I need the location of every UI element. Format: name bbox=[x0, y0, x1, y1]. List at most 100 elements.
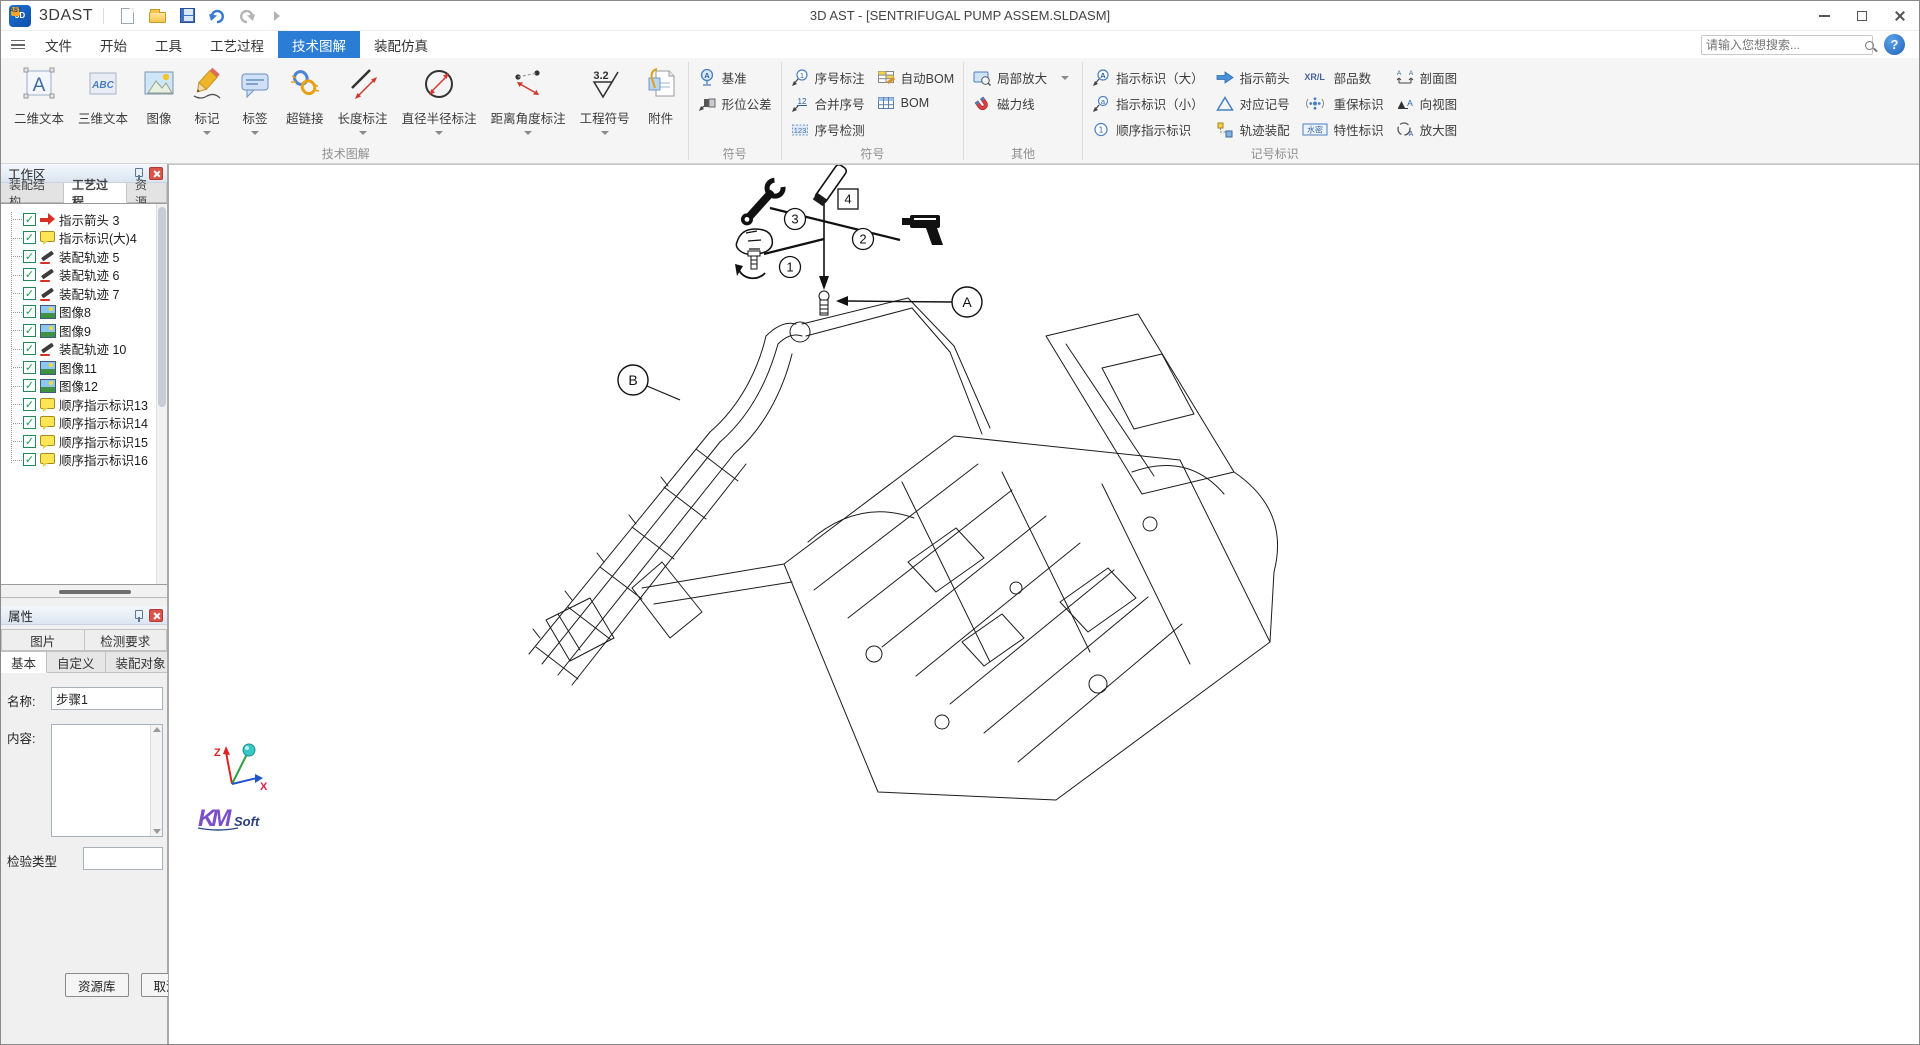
close-button[interactable] bbox=[1881, 1, 1919, 31]
tree-item-checkbox[interactable] bbox=[23, 231, 36, 244]
balloon-A[interactable]: A bbox=[952, 287, 982, 317]
tree-item[interactable]: 装配轨迹 6 bbox=[3, 266, 167, 285]
tree-item[interactable]: 顺序指示标识16 bbox=[3, 451, 167, 470]
tree-item-checkbox[interactable] bbox=[23, 435, 36, 448]
balloon-4[interactable]: 4 bbox=[838, 189, 858, 209]
open-file-button[interactable] bbox=[144, 4, 170, 28]
engineering-symbol-button[interactable]: 3.2 工程符号 bbox=[573, 60, 637, 135]
search-input[interactable] bbox=[1702, 38, 1865, 52]
help-button[interactable]: ? bbox=[1884, 34, 1905, 55]
scrollbar-thumb[interactable] bbox=[158, 207, 166, 407]
sequence-indicator-button[interactable]: 1 顺序指示标识 bbox=[1086, 116, 1210, 142]
tree-item-checkbox[interactable] bbox=[23, 305, 36, 318]
tree-item-checkbox[interactable] bbox=[23, 250, 36, 263]
balloon-B[interactable]: B bbox=[618, 365, 648, 395]
pin-icon[interactable] bbox=[133, 609, 144, 622]
auto-bom-button[interactable]: 自动BOM bbox=[871, 64, 960, 90]
tree-item[interactable]: 装配轨迹 10 bbox=[3, 340, 167, 359]
merge-balloon-button[interactable]: 12 合并序号 bbox=[785, 90, 871, 116]
save-button[interactable] bbox=[174, 4, 200, 28]
correspondence-mark-button[interactable]: 对应记号 bbox=[1210, 90, 1296, 116]
dropdown-caret[interactable] bbox=[251, 131, 259, 135]
text3d-button[interactable]: ABC 三维文本 bbox=[71, 60, 135, 127]
dropdown-caret[interactable] bbox=[359, 131, 367, 135]
attachment-button[interactable]: 附件 bbox=[637, 60, 685, 127]
minimize-button[interactable] bbox=[1805, 1, 1843, 31]
tree-vertical-scrollbar[interactable] bbox=[156, 204, 167, 584]
menu-tab[interactable]: 装配仿真 bbox=[360, 31, 442, 58]
tree-item[interactable]: 图像11 bbox=[3, 358, 167, 377]
balloon-2[interactable]: 2 bbox=[853, 229, 874, 250]
mark-button[interactable]: 标记 bbox=[183, 60, 231, 135]
workspace-tab[interactable]: 装配结构 bbox=[1, 183, 64, 202]
menu-tab[interactable]: 技术图解 bbox=[278, 31, 360, 58]
datum-button[interactable]: A 基准 bbox=[692, 64, 778, 90]
indicator-mark-small-button[interactable]: a 指示标识（小） bbox=[1086, 90, 1210, 116]
properties-close-button[interactable] bbox=[149, 609, 163, 622]
pin-icon[interactable] bbox=[133, 167, 144, 180]
scrollbar-thumb[interactable] bbox=[59, 590, 131, 594]
balloon-1[interactable]: 1 bbox=[780, 257, 801, 278]
enlarged-view-button[interactable]: A 放大图 bbox=[1390, 116, 1464, 142]
tree-horizontal-scrollbar[interactable] bbox=[1, 585, 167, 598]
tree-item-checkbox[interactable] bbox=[23, 268, 36, 281]
dropdown-caret[interactable] bbox=[601, 131, 609, 135]
viewport-canvas[interactable]: 3 4 2 1 A B bbox=[168, 164, 1919, 1044]
tree-item[interactable]: 指示标识(大)4 bbox=[3, 229, 167, 248]
dropdown-caret[interactable] bbox=[1061, 76, 1069, 80]
scroll-down-icon[interactable] bbox=[153, 829, 161, 834]
tree-item-checkbox[interactable] bbox=[23, 379, 36, 392]
maximize-button[interactable] bbox=[1843, 1, 1881, 31]
quickbar-more-button[interactable] bbox=[264, 4, 290, 28]
undo-button[interactable] bbox=[204, 4, 230, 28]
balloon-3[interactable]: 3 bbox=[785, 209, 806, 230]
workspace-tab[interactable]: 工艺过程 bbox=[64, 183, 127, 203]
textarea-scrollbar[interactable] bbox=[150, 725, 162, 836]
tree-item[interactable]: 图像9 bbox=[3, 321, 167, 340]
dropdown-caret[interactable] bbox=[203, 131, 211, 135]
gdt-button[interactable]: 形位公差 bbox=[692, 90, 778, 116]
menu-tab[interactable]: 工具 bbox=[141, 31, 196, 58]
indicator-arrow-button[interactable]: 指示箭头 bbox=[1210, 64, 1296, 90]
tree-item-checkbox[interactable] bbox=[23, 287, 36, 300]
tab-inspection-requirements[interactable]: 检测要求 bbox=[85, 629, 168, 651]
scroll-up-icon[interactable] bbox=[153, 727, 161, 732]
label-button[interactable]: 标签 bbox=[231, 60, 279, 135]
tree-item-checkbox[interactable] bbox=[23, 213, 36, 226]
redo-button[interactable] bbox=[234, 4, 260, 28]
tree-item[interactable]: 图像12 bbox=[3, 377, 167, 396]
tree-item[interactable]: 指示箭头 3 bbox=[3, 210, 167, 229]
search-icon[interactable] bbox=[1865, 41, 1874, 50]
tree-item[interactable]: 顺序指示标识15 bbox=[3, 432, 167, 451]
menu-tab[interactable]: 文件 bbox=[31, 31, 86, 58]
magnet-line-button[interactable]: 磁力线 bbox=[967, 90, 1075, 116]
balloon-check-button[interactable]: 123 序号检测 bbox=[785, 116, 871, 142]
tree-item-checkbox[interactable] bbox=[23, 453, 36, 466]
length-dimension-button[interactable]: 长度标注 bbox=[331, 60, 395, 135]
tab-picture[interactable]: 图片 bbox=[1, 629, 85, 651]
diameter-radius-dimension-button[interactable]: 直径半径标注 bbox=[395, 60, 484, 135]
distance-angle-dimension-button[interactable]: 距离角度标注 bbox=[484, 60, 573, 135]
name-input[interactable] bbox=[51, 687, 163, 710]
heavy-insurance-mark-button[interactable]: 重保标识 bbox=[1296, 90, 1390, 116]
hamburger-icon[interactable] bbox=[11, 40, 25, 49]
tree-item[interactable]: 顺序指示标识13 bbox=[3, 395, 167, 414]
direction-view-button[interactable]: A 向视图 bbox=[1390, 90, 1464, 116]
indicator-mark-large-button[interactable]: A 指示标识（大） bbox=[1086, 64, 1210, 90]
content-textarea[interactable] bbox=[51, 724, 163, 837]
tab-basic[interactable]: 基本 bbox=[1, 651, 47, 673]
tree-item[interactable]: 装配轨迹 7 bbox=[3, 284, 167, 303]
text2d-button[interactable]: A 二维文本 bbox=[7, 60, 71, 127]
characteristic-mark-button[interactable]: 水密 特性标识 bbox=[1296, 116, 1390, 142]
tree-item-checkbox[interactable] bbox=[23, 324, 36, 337]
check-type-input[interactable] bbox=[83, 847, 163, 870]
menu-tab[interactable]: 开始 bbox=[86, 31, 141, 58]
bom-button[interactable]: BOM bbox=[871, 90, 960, 116]
tree-item[interactable]: 装配轨迹 5 bbox=[3, 247, 167, 266]
resource-library-button[interactable]: 资源库 bbox=[65, 973, 129, 997]
local-zoom-button[interactable]: 局部放大 bbox=[967, 64, 1075, 90]
balloon-dimension-button[interactable]: 1 序号标注 bbox=[785, 64, 871, 90]
menu-tab[interactable]: 工艺过程 bbox=[196, 31, 278, 58]
tree-item-checkbox[interactable] bbox=[23, 416, 36, 429]
workspace-tab[interactable]: 资源 bbox=[127, 183, 167, 202]
